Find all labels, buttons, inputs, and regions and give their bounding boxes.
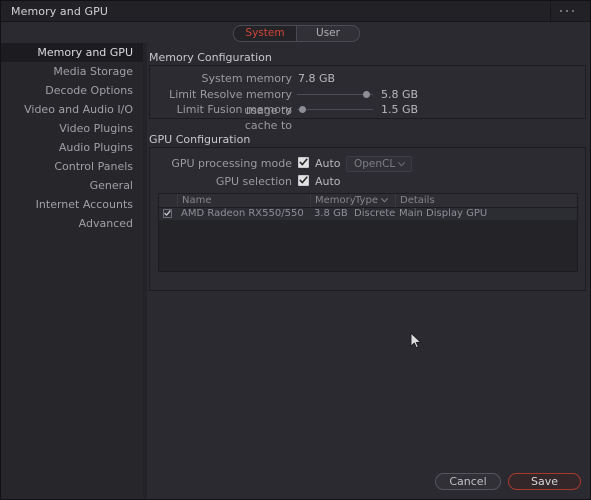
gpu-processing-mode-auto-label: Auto xyxy=(315,157,341,170)
sidebar-item-memory-and-gpu[interactable]: Memory and GPU xyxy=(1,43,143,62)
sidebar-item-advanced[interactable]: Advanced xyxy=(1,214,143,233)
gpu-table-col-details[interactable]: Details xyxy=(395,194,577,207)
slider-knob[interactable] xyxy=(299,106,307,113)
sort-chevron-down-icon[interactable] xyxy=(381,198,388,203)
titlebar-divider xyxy=(550,1,551,21)
sidebar-item-general[interactable]: General xyxy=(1,176,143,195)
memory-configuration-panel: System memory 7.8 GB Limit Resolve memor… xyxy=(149,65,587,132)
window-titlebar: Memory and GPU xyxy=(1,1,590,22)
fusion-memory-cache-label: Limit Fusion memory cache to xyxy=(176,103,292,132)
sidebar-item-video-and-audio-io[interactable]: Video and Audio I/O xyxy=(1,100,143,119)
gpu-table-header: Name Memory Type Details xyxy=(159,194,577,208)
resolve-memory-limit-slider[interactable] xyxy=(297,91,373,98)
gpu-row-details: Main Display GPU xyxy=(399,208,488,219)
sidebar-item-audio-plugins[interactable]: Audio Plugins xyxy=(1,138,143,157)
tab-system[interactable]: System xyxy=(234,26,296,41)
tab-bar: System User xyxy=(1,22,590,43)
sidebar-item-decode-options[interactable]: Decode Options xyxy=(1,81,143,100)
gpu-selection-label: GPU selection xyxy=(215,175,292,188)
resolve-memory-limit-row: Limit Resolve memory usage to 5.8 GB xyxy=(150,87,587,117)
gpu-row-memory: 3.8 GB xyxy=(314,208,348,219)
gpu-processing-mode-row: GPU processing mode Auto OpenCL xyxy=(150,156,587,172)
gpu-row-type: Discrete xyxy=(354,208,396,219)
gpu-table-col-memory[interactable]: Memory xyxy=(310,194,356,207)
gpu-configuration-panel: GPU processing mode Auto OpenCL GPU sele… xyxy=(149,147,586,291)
tab-user[interactable]: User xyxy=(297,26,359,41)
gpu-row-name: AMD Radeon RX550/550 Series xyxy=(181,208,304,231)
checkmark-icon xyxy=(299,176,308,184)
gpu-selection-auto-label: Auto xyxy=(315,175,341,188)
slider-track xyxy=(297,94,373,95)
gpu-selection-auto-checkbox[interactable] xyxy=(298,175,309,186)
chevron-down-icon xyxy=(398,162,405,167)
fusion-memory-cache-row: Limit Fusion memory cache to 1.5 GB xyxy=(150,102,587,132)
sidebar-item-media-storage[interactable]: Media Storage xyxy=(1,62,143,81)
gpu-table-col-name[interactable]: Name xyxy=(177,194,310,207)
gpu-processing-mode-dropdown-value: OpenCL xyxy=(354,158,396,170)
memory-configuration-heading: Memory Configuration xyxy=(149,51,272,64)
system-user-segmented-control: System User xyxy=(233,25,360,42)
gpu-list-table: Name Memory Type Details AMD Radeon RX55… xyxy=(158,193,578,272)
checkmark-icon xyxy=(299,158,308,166)
preferences-content: Memory Configuration System memory 7.8 G… xyxy=(147,43,590,499)
preferences-window: Memory and GPU System User Memory and GP… xyxy=(0,0,591,500)
system-memory-label: System memory xyxy=(201,72,292,85)
window-title: Memory and GPU xyxy=(11,5,109,18)
preferences-sidebar: Memory and GPU Media Storage Decode Opti… xyxy=(1,43,143,499)
gpu-table-col-type[interactable]: Type xyxy=(350,194,395,207)
gpu-selection-row: GPU selection Auto xyxy=(150,174,587,190)
slider-track xyxy=(297,109,373,110)
save-button[interactable]: Save xyxy=(508,473,581,490)
resolve-memory-limit-value: 5.8 GB xyxy=(381,88,419,101)
cancel-button[interactable]: Cancel xyxy=(435,473,501,490)
gpu-processing-mode-auto-checkbox[interactable] xyxy=(298,157,309,168)
slider-knob[interactable] xyxy=(363,91,371,98)
sidebar-item-internet-accounts[interactable]: Internet Accounts xyxy=(1,195,143,214)
gpu-configuration-heading: GPU Configuration xyxy=(149,133,251,146)
gpu-row-enable-checkbox[interactable] xyxy=(163,209,172,218)
gpu-processing-mode-dropdown[interactable]: OpenCL xyxy=(346,156,412,172)
gpu-table-col-select[interactable] xyxy=(159,194,177,207)
fusion-memory-cache-value: 1.5 GB xyxy=(381,103,419,116)
gpu-processing-mode-label: GPU processing mode xyxy=(171,157,292,170)
kebab-menu-icon[interactable] xyxy=(560,8,582,15)
checkmark-icon xyxy=(164,210,171,216)
sidebar-item-video-plugins[interactable]: Video Plugins xyxy=(1,119,143,138)
system-memory-value: 7.8 GB xyxy=(298,72,336,85)
fusion-memory-cache-slider[interactable] xyxy=(297,106,373,113)
sidebar-item-control-panels[interactable]: Control Panels xyxy=(1,157,143,176)
gpu-table-empty-area xyxy=(159,220,577,271)
system-memory-row: System memory 7.8 GB xyxy=(150,71,587,87)
